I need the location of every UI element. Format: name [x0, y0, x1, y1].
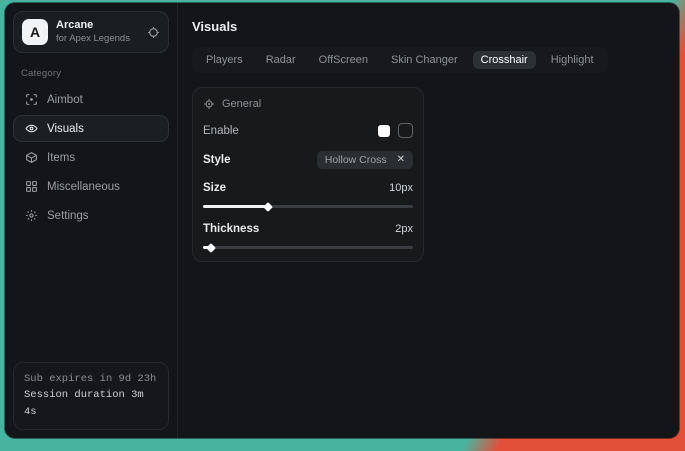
close-icon[interactable]: ✕ [397, 155, 405, 165]
page-title: Visuals [192, 19, 665, 34]
sub-expires-text: Sub expires in 9d 23h [24, 371, 158, 388]
panel-title: General [222, 98, 261, 110]
style-select[interactable]: Hollow Cross ✕ [317, 151, 413, 169]
sidebar-item-label: Settings [47, 210, 89, 222]
style-row: Style Hollow Cross ✕ [203, 151, 413, 169]
general-panel: General Enable Style Hollow Cross ✕ [192, 87, 424, 262]
sidebar-item-settings[interactable]: Settings [13, 202, 169, 229]
size-label: Size [203, 182, 226, 194]
enable-label: Enable [203, 125, 239, 137]
target-icon[interactable] [147, 26, 160, 39]
tab-crosshair[interactable]: Crosshair [473, 51, 536, 69]
sidebar-item-label: Aimbot [47, 94, 83, 106]
size-row: Size 10px [203, 182, 413, 194]
category-label: Category [21, 68, 161, 79]
sidebar-item-aimbot[interactable]: Aimbot [13, 86, 169, 113]
session-duration-text: Session duration 3m 4s [24, 387, 158, 421]
tab-skin-changer[interactable]: Skin Changer [383, 51, 466, 69]
sidebar-item-label: Visuals [47, 123, 84, 135]
sidebar-item-label: Miscellaneous [47, 181, 120, 193]
tab-offscreen[interactable]: OffScreen [311, 51, 376, 69]
sidebar-item-items[interactable]: Items [13, 144, 169, 171]
size-slider-thumb[interactable] [263, 202, 273, 212]
eye-icon [24, 122, 38, 135]
tab-radar[interactable]: Radar [258, 51, 304, 69]
thickness-row: Thickness 2px [203, 223, 413, 235]
enable-checkbox[interactable] [398, 123, 413, 138]
thickness-value: 2px [395, 223, 413, 235]
tab-highlight[interactable]: Highlight [543, 51, 602, 69]
main-content: Visuals Players Radar OffScreen Skin Cha… [178, 3, 679, 438]
cube-icon [24, 151, 38, 164]
enable-row: Enable [203, 123, 413, 138]
visuals-tab-bar: Players Radar OffScreen Skin Changer Cro… [192, 47, 608, 73]
sidebar: A Arcane for Apex Legends Category Aimbo… [5, 3, 178, 438]
app-subtitle: for Apex Legends [56, 33, 139, 45]
thickness-slider[interactable] [203, 244, 413, 251]
gear-icon [24, 209, 38, 222]
style-label: Style [203, 154, 231, 166]
size-value: 10px [389, 182, 413, 194]
sidebar-item-visuals[interactable]: Visuals [13, 115, 169, 142]
color-swatch[interactable] [378, 125, 390, 137]
thickness-slider-thumb[interactable] [206, 243, 216, 253]
subscription-info-box: Sub expires in 9d 23h Session duration 3… [13, 362, 169, 430]
sidebar-nav: Aimbot Visuals Items [13, 86, 169, 229]
size-slider[interactable] [203, 203, 413, 210]
tab-players[interactable]: Players [198, 51, 251, 69]
style-value: Hollow Cross [325, 154, 387, 166]
sidebar-item-label: Items [47, 152, 75, 164]
grid-icon [24, 180, 38, 193]
app-logo: A [22, 19, 48, 45]
app-header-card: A Arcane for Apex Legends [13, 11, 169, 53]
sidebar-item-miscellaneous[interactable]: Miscellaneous [13, 173, 169, 200]
crosshair-icon [24, 93, 38, 106]
app-title: Arcane [56, 19, 139, 33]
app-window: A Arcane for Apex Legends Category Aimbo… [5, 3, 679, 438]
crosshair-settings-icon [203, 98, 215, 110]
thickness-label: Thickness [203, 223, 259, 235]
